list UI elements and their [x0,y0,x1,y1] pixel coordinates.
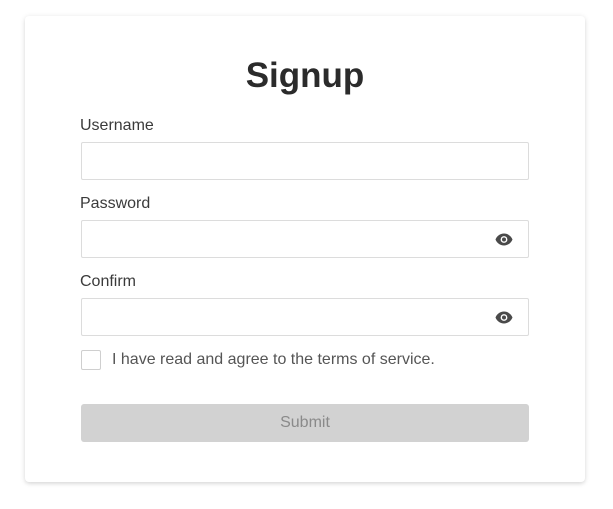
terms-checkbox[interactable] [81,350,101,370]
password-label: Password [80,195,151,212]
confirm-field-wrapper [81,298,529,336]
username-label: Username [80,117,154,134]
username-field-wrapper [81,142,529,180]
eye-icon[interactable] [495,233,513,246]
password-input[interactable] [82,221,528,257]
signup-card: Signup Username Password Confirm I have … [25,16,585,482]
submit-button[interactable]: Submit [81,404,529,442]
password-field-wrapper [81,220,529,258]
eye-icon[interactable] [495,311,513,324]
username-input[interactable] [82,143,528,179]
confirm-input[interactable] [82,299,528,335]
confirm-label: Confirm [80,273,137,290]
terms-label: I have read and agree to the terms of se… [112,351,435,368]
page-title: Signup [245,56,365,95]
